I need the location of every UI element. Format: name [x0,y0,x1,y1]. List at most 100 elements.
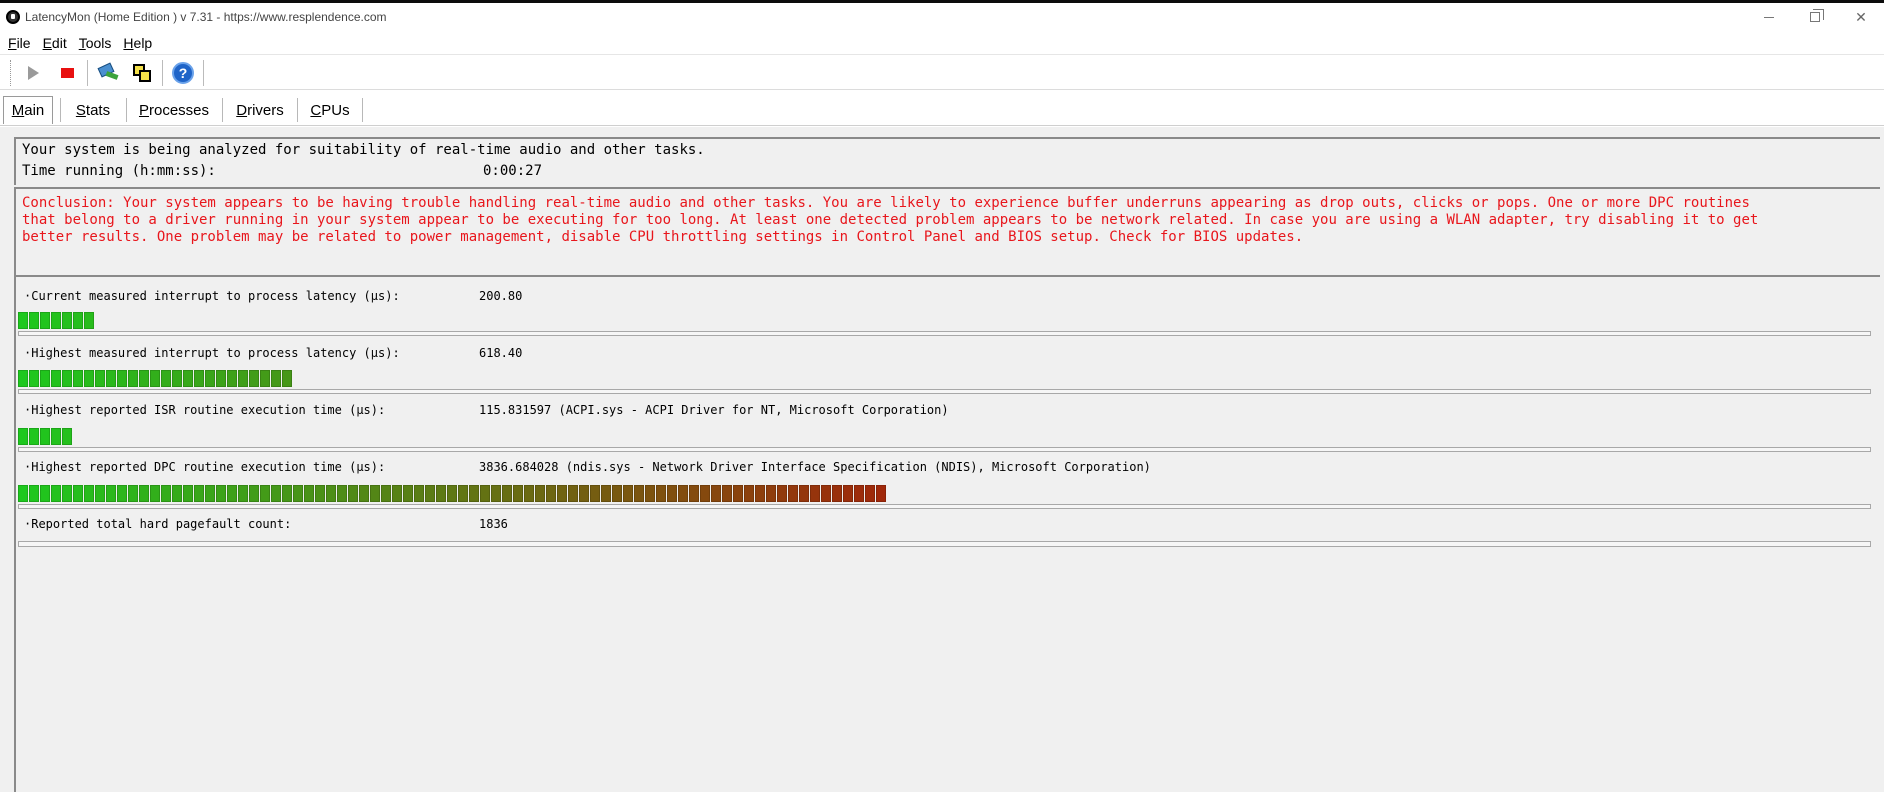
meter-segment [458,485,468,502]
meter-segment [29,428,39,445]
help-button[interactable]: ? [169,59,197,87]
meter-segment [84,312,94,329]
metric-label: ·Highest reported DPC routine execution … [24,460,386,474]
title-bar[interactable]: LatencyMon (Home Edition ) v 7.31 - http… [0,3,1884,31]
meter-segment [293,485,303,502]
tab-main[interactable]: Main [3,96,53,124]
meter-segment [238,370,248,387]
meter-segment [326,485,336,502]
meter-segment [381,485,391,502]
meter-segment [711,485,721,502]
meter-segment [183,485,193,502]
stop-monitor-button[interactable] [53,59,81,87]
meter-segment [227,370,237,387]
dpc-time-bar [18,485,1871,509]
tab-bar: Main Stats Processes Drivers C PUs [0,92,1884,126]
meter-segment [62,312,72,329]
toolbar-grip[interactable] [10,59,13,86]
meter-segment [29,485,39,502]
minimize-button[interactable] [1746,3,1792,31]
meter-segment [73,312,83,329]
meter-segment [678,485,688,502]
meter-segment [337,485,347,502]
meter-segment [183,370,193,387]
metric-label: ·Highest reported ISR routine execution … [24,403,386,417]
meter-segment [40,370,50,387]
meter-segment [601,485,611,502]
meter-segment [359,485,369,502]
meter-segment [62,485,72,502]
meter-segment [29,312,39,329]
meter-segment [348,485,358,502]
meter-segment [843,485,853,502]
meter-segment [84,370,94,387]
tab-separator [362,98,363,122]
meter-segment [150,370,160,387]
help-icon: ? [172,61,194,84]
tab-stats[interactable]: Stats [62,96,124,124]
metric-value: 1836 [479,517,508,531]
meter-segment [172,370,182,387]
meter-segment [271,370,281,387]
restore-icon [1810,9,1824,22]
tab-processes[interactable]: Processes [128,96,220,124]
meter-segment [106,370,116,387]
meter-segment [117,370,127,387]
start-monitor-button[interactable] [19,59,47,87]
restore-button[interactable] [1792,3,1838,31]
meter-segment [260,370,270,387]
analysis-status-text: Your system is being analyzed for suitab… [22,142,705,158]
meter-segment [722,485,732,502]
meter-segment [799,485,809,502]
meter-segment [689,485,699,502]
metric-value: 200.80 [479,289,523,303]
meter-segment [513,485,523,502]
menu-help[interactable]: Help [123,35,152,51]
stop-icon [60,67,74,78]
meter-segment [95,370,105,387]
current-latency-bar [18,312,1871,336]
meter-segment [205,485,215,502]
drivers-button[interactable] [94,59,122,87]
meter-segment [18,312,28,329]
meter-segment [238,485,248,502]
tab-drivers[interactable]: Drivers [224,96,296,124]
tab-cpus[interactable]: C PUs [299,96,361,124]
meter-segment [161,370,171,387]
meter-segment [810,485,820,502]
meter-segment [865,485,875,502]
close-icon: ✕ [1855,8,1867,25]
meter-segment [788,485,798,502]
tab-separator [222,98,223,122]
meter-segment [260,485,270,502]
meter-segment [755,485,765,502]
cpu-icon [131,62,153,84]
meter-segment [832,485,842,502]
close-button[interactable]: ✕ [1838,3,1884,31]
meter-segment [733,485,743,502]
status-panel: Your system is being analyzed for suitab… [14,137,1880,185]
tab-separator [297,98,298,122]
minimize-icon [1764,16,1774,18]
meter-segment [51,312,61,329]
metric-label: ·Highest measured interrupt to process l… [24,346,400,360]
meter-segment [491,485,501,502]
app-icon [6,10,20,24]
menu-tools[interactable]: Tools [79,35,112,51]
cpu-button[interactable] [128,59,156,87]
meter-segment [579,485,589,502]
meter-segment [546,485,556,502]
menu-edit[interactable]: Edit [43,35,67,51]
meter-segment [524,485,534,502]
play-icon [27,65,39,80]
meter-segment [227,485,237,502]
meter-segment [84,485,94,502]
menu-file[interactable]: File [8,35,31,51]
meter-segment [249,370,259,387]
meter-segment [51,428,61,445]
metrics-panel: ·Current measured interrupt to process l… [14,275,1880,792]
meter-segment [304,485,314,502]
meter-segment [216,370,226,387]
meter-segment [634,485,644,502]
meter-segment [436,485,446,502]
